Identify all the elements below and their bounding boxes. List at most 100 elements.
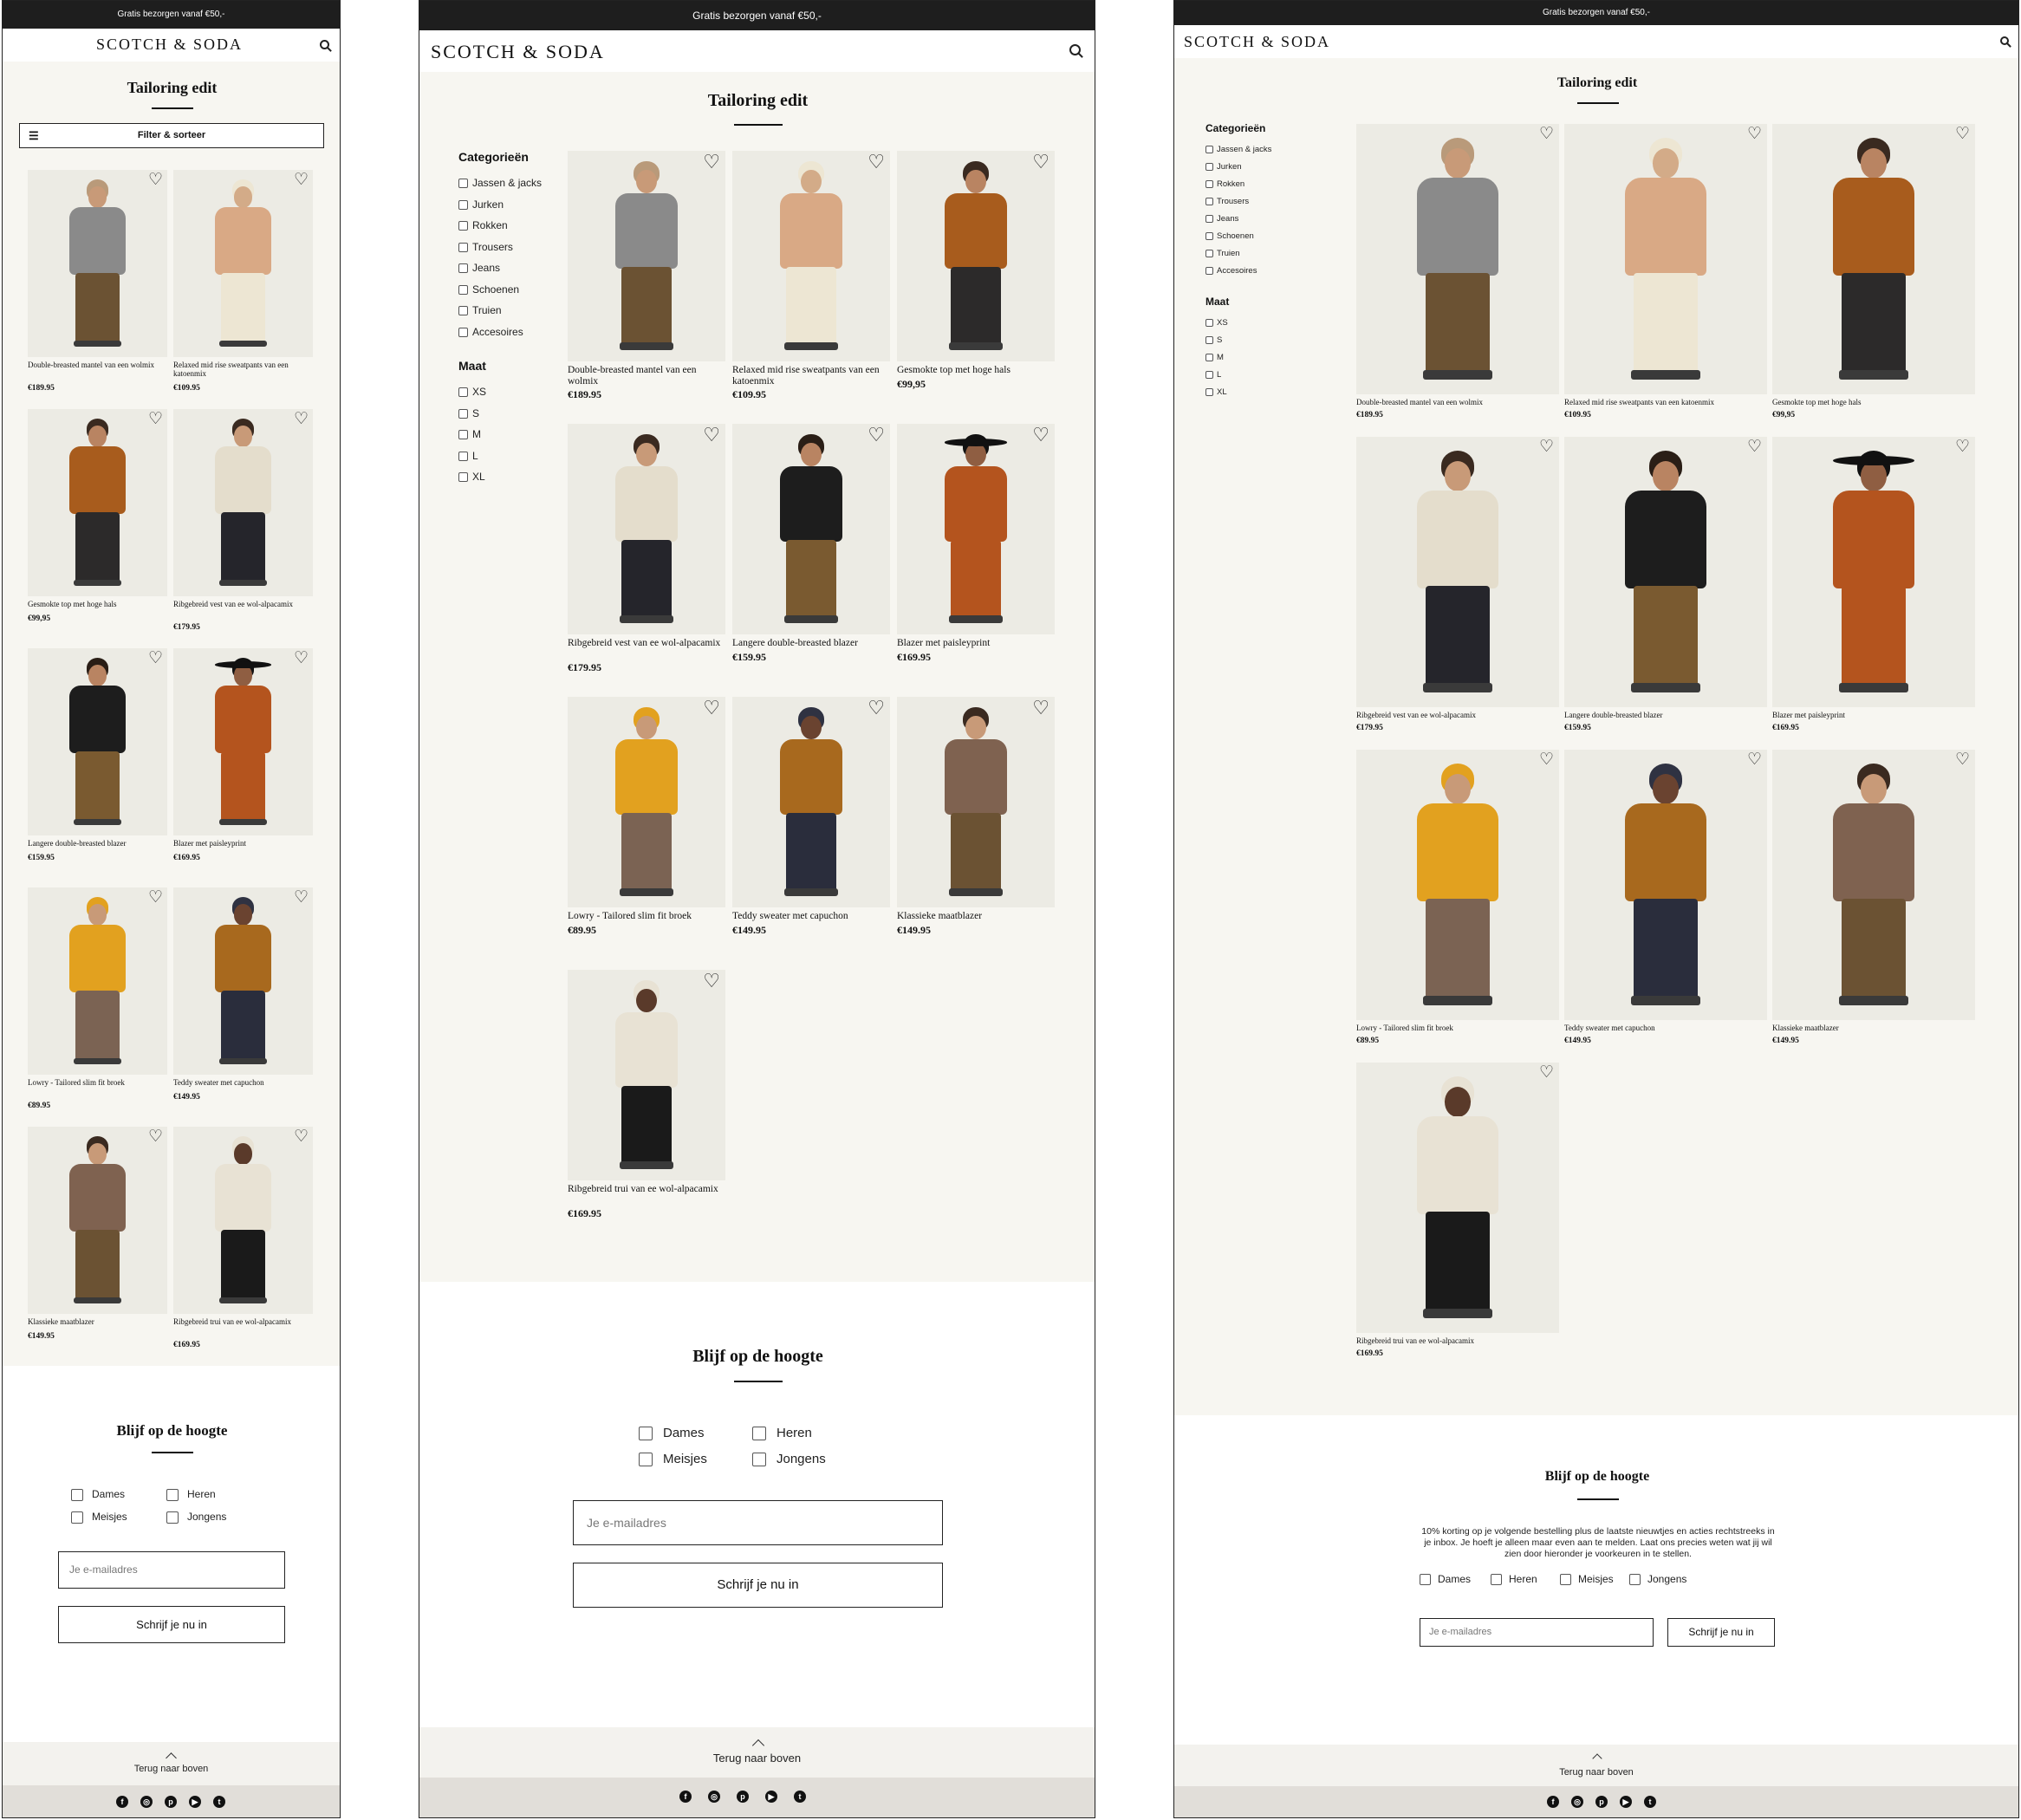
product-image[interactable]: ♡ [28,170,167,357]
product-image[interactable]: ♡ [732,151,890,361]
newsletter-option[interactable]: Jongens [752,1452,826,1467]
email-input[interactable]: Je e-mailadres [58,1551,285,1589]
newsletter-option[interactable]: Dames [639,1426,705,1441]
search-icon[interactable] [1069,44,1081,55]
heart-icon[interactable]: ♡ [1955,751,1970,768]
subscribe-button[interactable]: Schrijf je nu in [573,1563,943,1608]
product-card[interactable]: ♡ Ribgebreid vest van ee wol-alpacamix €17… [1356,437,1559,742]
product-image[interactable]: ♡ [568,151,725,361]
product-name[interactable]: Klassieke maatblazer [1772,1024,1975,1032]
filter-option-size[interactable]: M [458,428,481,440]
product-image[interactable]: ♡ [1772,124,1975,394]
checkbox[interactable] [1420,1574,1431,1586]
product-card[interactable]: ♡ Langere double-breasted blazer €159.95 [28,648,167,879]
checkbox[interactable] [1560,1574,1571,1586]
heart-icon[interactable]: ♡ [294,1128,309,1145]
newsletter-option[interactable]: Meisjes [1560,1573,1614,1586]
product-image[interactable]: ♡ [173,1127,313,1314]
product-card[interactable]: ♡ Teddy sweater met capuchon €149.95 [732,697,890,959]
heart-icon[interactable]: ♡ [1539,751,1554,768]
product-image[interactable]: ♡ [732,697,890,907]
product-card[interactable]: ♡ Gesmokte top met hoge hals €99,95 [28,409,167,640]
product-image[interactable]: ♡ [1356,437,1559,707]
checkbox[interactable] [458,179,468,189]
product-image[interactable]: ♡ [1356,1063,1559,1333]
heart-icon[interactable]: ♡ [148,1128,163,1145]
product-image[interactable]: ♡ [1356,124,1559,394]
heart-icon[interactable]: ♡ [148,411,163,427]
product-card[interactable]: ♡ Relaxed mid rise sweatpants van een kat… [173,170,313,400]
youtube-icon[interactable]: ▶ [189,1796,201,1808]
newsletter-option[interactable]: Heren [752,1426,812,1441]
checkbox[interactable] [71,1511,83,1524]
product-image[interactable]: ♡ [1356,750,1559,1020]
filter-option-category[interactable]: Jurken [1205,162,1242,172]
product-card[interactable]: ♡ Klassieke maatblazer €149.95 [1772,750,1975,1055]
product-card[interactable]: ♡ Lowry - Tailored slim fit broek €89.95 [568,697,725,959]
product-name[interactable]: Relaxed mid rise sweatpants van een kato… [173,361,313,379]
heart-icon[interactable]: ♡ [703,972,720,991]
product-card[interactable]: ♡ Ribgebreid vest van ee wol-alpacamix €17… [173,409,313,640]
product-image[interactable]: ♡ [1564,750,1767,1020]
product-name[interactable]: Langere double-breasted blazer [1564,711,1767,719]
product-image[interactable]: ♡ [1564,124,1767,394]
product-name[interactable]: Teddy sweater met capuchon [732,911,890,922]
filter-option-category[interactable]: Schoenen [458,283,519,296]
checkbox[interactable] [1205,214,1213,223]
product-name[interactable]: Lowry - Tailored slim fit broek [28,1078,167,1087]
twitter-icon[interactable]: t [794,1791,806,1803]
email-input[interactable]: Je e-mailadres [573,1500,943,1545]
newsletter-option[interactable]: Meisjes [639,1452,707,1467]
product-image[interactable]: ♡ [173,887,313,1075]
heart-icon[interactable]: ♡ [868,426,885,445]
filter-option-category[interactable]: Rokken [458,219,508,231]
checkbox[interactable] [458,430,468,440]
product-name[interactable]: Blazer met paisleyprint [897,638,1055,649]
checkbox[interactable] [458,284,468,295]
product-image[interactable]: ♡ [897,151,1055,361]
subscribe-button[interactable]: Schrijf je nu in [58,1606,285,1643]
filter-option-size[interactable]: M [1205,353,1224,362]
checkbox[interactable] [752,1453,766,1467]
heart-icon[interactable]: ♡ [868,699,885,718]
instagram-icon[interactable]: ◎ [708,1791,720,1803]
checkbox[interactable] [458,306,468,316]
product-name[interactable]: Ribgebreid trui van ee wol-alpacamix [568,1184,725,1195]
filter-option-size[interactable]: S [458,407,479,419]
filter-option-category[interactable]: Jassen & jacks [458,177,542,189]
instagram-icon[interactable]: ◎ [1571,1796,1583,1808]
heart-icon[interactable]: ♡ [1747,439,1762,455]
heart-icon[interactable]: ♡ [294,172,309,188]
heart-icon[interactable]: ♡ [1539,126,1554,142]
heart-icon[interactable]: ♡ [294,889,309,906]
twitter-icon[interactable]: t [1644,1796,1656,1808]
product-card[interactable]: ♡ Teddy sweater met capuchon €149.95 [1564,750,1767,1055]
heart-icon[interactable]: ♡ [1032,153,1049,172]
filter-option-category[interactable]: Rokken [1205,179,1244,189]
newsletter-option[interactable]: Jongens [1629,1573,1686,1586]
instagram-icon[interactable]: ◎ [140,1796,153,1808]
product-card[interactable]: ♡ Double-breasted mantel van een wolmix €1… [28,170,167,400]
checkbox[interactable] [458,263,468,274]
checkbox[interactable] [166,1511,179,1524]
product-name[interactable]: Lowry - Tailored slim fit broek [1356,1024,1559,1032]
filter-option-size[interactable]: L [1205,370,1221,380]
filter-option-category[interactable]: Jurken [458,198,504,211]
heart-icon[interactable]: ♡ [1747,751,1762,768]
newsletter-option[interactable]: Jongens [166,1511,226,1524]
product-image[interactable]: ♡ [568,424,725,634]
checkbox[interactable] [458,408,468,419]
heart-icon[interactable]: ♡ [1955,439,1970,455]
filter-option-size[interactable]: L [458,450,478,462]
checkbox[interactable] [1205,162,1213,171]
product-card[interactable]: ♡ Gesmokte top met hoge hals €99,95 [897,151,1055,413]
product-card[interactable]: ♡ Blazer met paisleyprint €169.95 [173,648,313,879]
filter-option-category[interactable]: Jeans [458,262,500,274]
product-image[interactable]: ♡ [1564,437,1767,707]
product-name[interactable]: Relaxed mid rise sweatpants van een kato… [1564,398,1767,406]
checkbox[interactable] [1629,1574,1641,1586]
product-name[interactable]: Blazer met paisleyprint [173,839,313,848]
pinterest-icon[interactable]: p [165,1796,177,1808]
product-name[interactable]: Double-breasted mantel van een wolmix [1356,398,1559,406]
filter-option-size[interactable]: XL [458,471,485,483]
